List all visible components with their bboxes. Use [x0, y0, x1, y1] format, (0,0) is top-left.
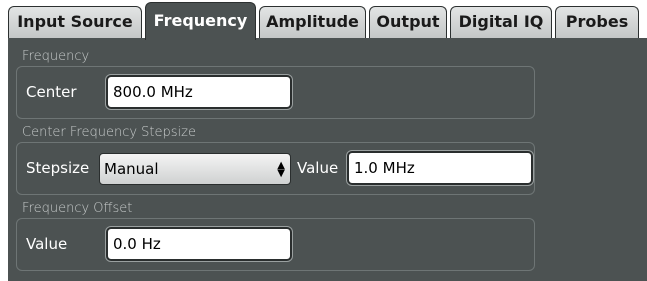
- offset-group-title: Frequency Offset: [22, 201, 133, 216]
- stepsize-value-label: Value: [297, 159, 339, 177]
- tab-content-panel: Frequency Center 800.0 MHz Center Freque…: [8, 38, 647, 281]
- tab-output[interactable]: Output: [369, 6, 447, 38]
- stepsize-value-input[interactable]: 1.0 MHz: [347, 151, 533, 185]
- frequency-dialog: Input Source Frequency Amplitude Output …: [0, 0, 647, 281]
- tab-digital-iq[interactable]: Digital IQ: [450, 6, 552, 38]
- tab-frequency[interactable]: Frequency: [145, 2, 256, 40]
- center-label: Center: [26, 83, 77, 101]
- stepsize-select[interactable]: Manual ▲ ▼: [99, 153, 291, 185]
- tab-input-source[interactable]: Input Source: [8, 6, 142, 38]
- stepsize-group-box: Stepsize Manual ▲ ▼ Value 1.0 MHz: [16, 142, 535, 195]
- center-frequency-input[interactable]: 800.0 MHz: [106, 75, 292, 109]
- offset-value-label: Value: [26, 235, 68, 253]
- offset-group-box: Value 0.0 Hz: [16, 218, 535, 271]
- stepsize-group-title: Center Frequency Stepsize: [22, 125, 196, 140]
- stepsize-selected-value: Manual: [104, 160, 159, 178]
- frequency-group-title: Frequency: [22, 49, 90, 64]
- tab-probes[interactable]: Probes: [555, 6, 639, 38]
- updown-arrow-icon: ▲ ▼: [277, 160, 285, 179]
- stepsize-label: Stepsize: [26, 159, 90, 177]
- tab-amplitude[interactable]: Amplitude: [259, 6, 366, 38]
- frequency-group-box: Center 800.0 MHz: [16, 66, 535, 119]
- frequency-offset-input[interactable]: 0.0 Hz: [106, 227, 292, 261]
- tab-bar: Input Source Frequency Amplitude Output …: [0, 0, 647, 40]
